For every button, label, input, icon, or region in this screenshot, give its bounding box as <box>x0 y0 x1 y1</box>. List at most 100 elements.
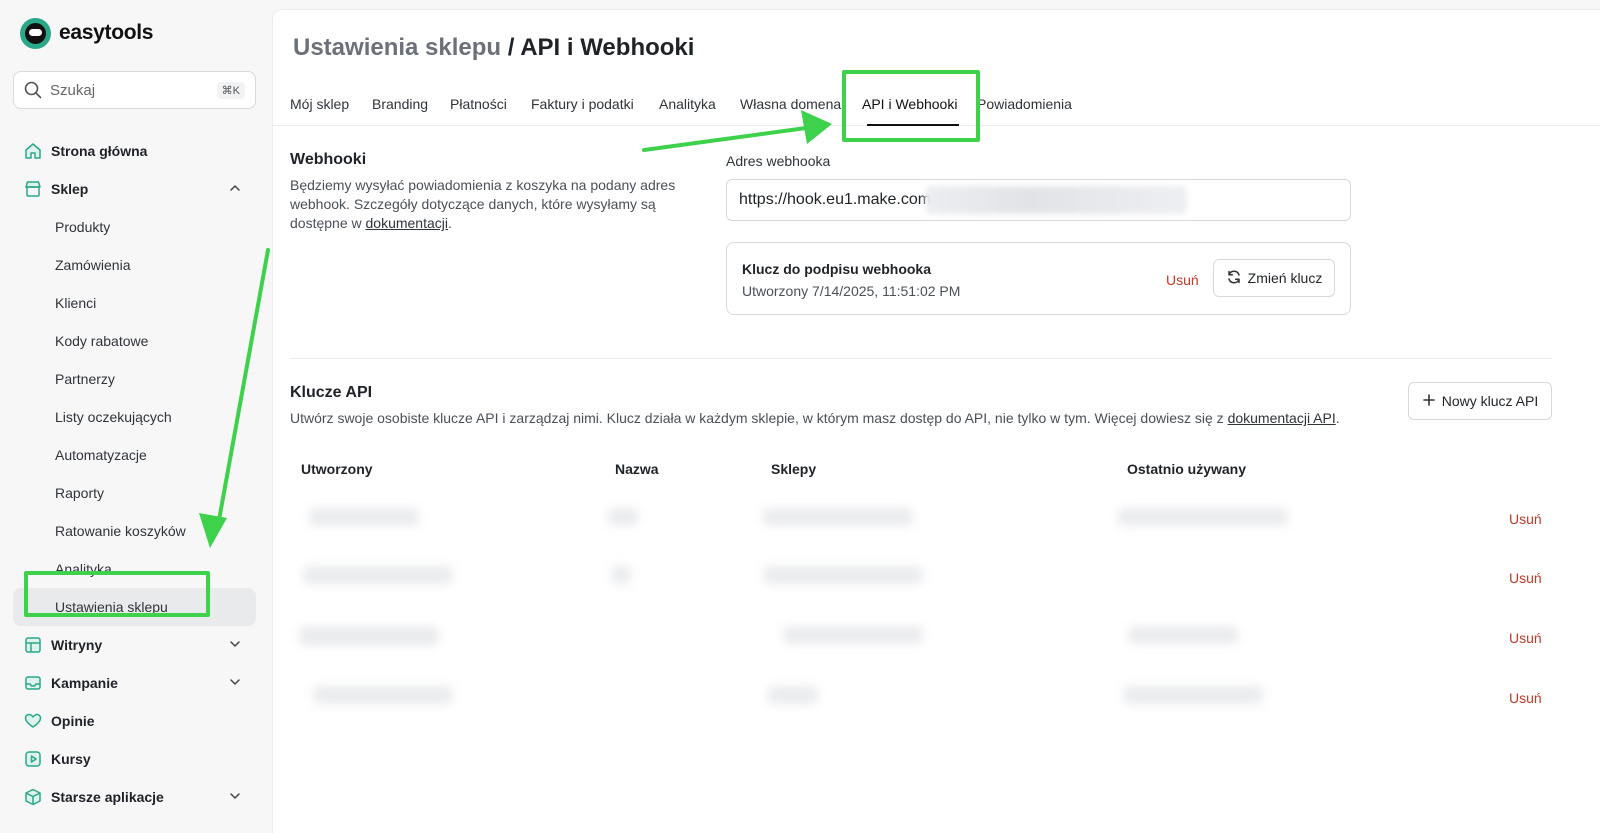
redacted-cell <box>611 566 631 584</box>
logo[interactable]: easytools <box>20 16 153 50</box>
tab-invoices-taxes[interactable]: Faktury i podatki <box>531 96 634 112</box>
sidebar-item-legacy-apps[interactable]: Starsze aplikacje <box>13 778 256 816</box>
redacted-cell <box>299 626 439 646</box>
change-key-label: Zmień klucz <box>1247 270 1323 286</box>
signing-key-title: Klucz do podpisu webhooka <box>742 261 931 277</box>
sidebar-subitem-waitlists[interactable]: Listy oczekujących <box>13 398 256 436</box>
column-header-created: Utworzony <box>301 461 373 477</box>
redacted-cell <box>1123 686 1263 704</box>
column-header-shops: Sklepy <box>771 461 817 477</box>
store-icon <box>23 179 43 199</box>
sidebar-item-label: Sklep <box>51 181 89 197</box>
webhooks-desc-line: webhook. Szczegóły dotyczące danych, któ… <box>290 196 656 212</box>
sidebar-subitem-products[interactable]: Produkty <box>13 208 256 246</box>
column-header-name: Nazwa <box>615 461 659 477</box>
brand-name: easytools <box>59 21 154 44</box>
tab-custom-domain[interactable]: Własna domena <box>740 96 841 112</box>
sidebar-item-label: Strona główna <box>51 143 148 159</box>
sidebar-item-label: Kampanie <box>51 675 118 691</box>
box-icon <box>23 787 43 807</box>
sidebar-item-home[interactable]: Strona główna <box>13 132 256 170</box>
signing-key-created: Utworzony 7/14/2025, 11:51:02 PM <box>742 283 961 299</box>
inbox-icon <box>23 673 43 693</box>
refresh-icon <box>1226 269 1242 288</box>
logo-mark-icon <box>20 17 51 49</box>
sidebar-subitem-reports[interactable]: Raporty <box>13 474 256 512</box>
api-keys-title: Klucze API <box>290 384 373 401</box>
sidebar-item-websites[interactable]: Witryny <box>13 626 256 664</box>
heart-icon <box>23 711 43 731</box>
redacted-url-part <box>925 186 1187 214</box>
sidebar-item-label: Witryny <box>51 637 103 653</box>
chevron-up-icon[interactable] <box>228 181 242 198</box>
tab-analytics[interactable]: Analityka <box>659 96 716 112</box>
column-header-last-used: Ostatnio używany <box>1127 461 1247 477</box>
sidebar-item-shop[interactable]: Sklep <box>13 170 256 208</box>
sidebar-item-reviews[interactable]: Opinie <box>13 702 256 740</box>
breadcrumb[interactable]: Ustawienia sklepu <box>293 34 501 61</box>
redacted-cell <box>763 508 913 526</box>
search-icon <box>24 81 42 99</box>
tab-branding[interactable]: Branding <box>372 96 428 112</box>
chevron-down-icon[interactable] <box>228 675 242 692</box>
api-keys-description: Utwórz swoje osobiste klucze API i zarzą… <box>290 409 1390 428</box>
delete-api-key-button[interactable]: Usuń <box>1509 511 1542 527</box>
webhooks-desc-line: Będziemy wysyłać powiadomienia z koszyka… <box>290 177 676 193</box>
documentation-link[interactable]: dokumentacji <box>366 215 449 231</box>
redacted-cell <box>608 508 638 526</box>
annotation-highlight-sidebar <box>24 571 210 617</box>
redacted-cell <box>309 508 419 526</box>
sidebar-item-label: Kursy <box>51 751 91 767</box>
search-input[interactable] <box>50 81 200 99</box>
webhooks-description: Będziemy wysyłać powiadomienia z koszyka… <box>290 176 700 233</box>
page-title: Ustawienia sklepu / API i Webhooki <box>293 34 694 62</box>
sidebar-item-label: Starsze aplikacje <box>51 789 164 805</box>
delete-api-key-button[interactable]: Usuń <box>1509 690 1542 706</box>
new-api-key-button[interactable]: Nowy klucz API <box>1408 382 1552 420</box>
webhook-url-label: Adres webhooka <box>726 153 831 169</box>
page-title-text: API i Webhooki <box>520 34 695 61</box>
api-documentation-link[interactable]: dokumentacji API <box>1228 410 1336 426</box>
api-keys-desc-text: Utwórz swoje osobiste klucze API i zarzą… <box>290 410 1228 426</box>
redacted-cell <box>303 566 453 584</box>
new-api-key-label: Nowy klucz API <box>1441 393 1539 409</box>
api-keys-desc-end: . <box>1335 410 1340 426</box>
delete-api-key-button[interactable]: Usuń <box>1509 630 1542 646</box>
play-icon <box>23 749 43 769</box>
tab-payments[interactable]: Płatności <box>450 96 507 112</box>
plus-icon <box>1422 393 1436 410</box>
search-box[interactable]: ⌘K <box>13 71 256 109</box>
tab-notifications[interactable]: Powiadomienia <box>977 96 1072 112</box>
sidebar-subitem-discount-codes[interactable]: Kody rabatowe <box>13 322 256 360</box>
redacted-cell <box>1118 508 1288 526</box>
sidebar-subitem-orders[interactable]: Zamówienia <box>13 246 256 284</box>
sidebar-item-campaigns[interactable]: Kampanie <box>13 664 256 702</box>
layout-icon <box>23 635 43 655</box>
change-key-button[interactable]: Zmień klucz <box>1213 259 1335 297</box>
breadcrumb-separator: / <box>501 34 521 61</box>
sidebar-subitem-customers[interactable]: Klienci <box>13 284 256 322</box>
sidebar-item-courses[interactable]: Kursy <box>13 740 256 778</box>
home-icon <box>23 141 43 161</box>
redacted-cell <box>1128 626 1238 644</box>
delete-api-key-button[interactable]: Usuń <box>1509 570 1542 586</box>
signing-key-card: Klucz do podpisu webhooka Utworzony 7/14… <box>726 242 1351 315</box>
redacted-cell <box>768 686 818 704</box>
sidebar: easytools ⌘K Strona główna Sklep Produkt… <box>0 0 270 833</box>
chevron-down-icon[interactable] <box>228 789 242 806</box>
sidebar-subitem-automations[interactable]: Automatyzacje <box>13 436 256 474</box>
sidebar-item-label: Opinie <box>51 713 95 729</box>
webhooks-desc-line: dostępne w <box>290 215 366 231</box>
section-divider <box>290 358 1552 359</box>
redacted-cell <box>313 686 453 704</box>
redacted-cell <box>783 626 923 644</box>
redacted-cell <box>763 566 923 584</box>
sidebar-subitem-partners[interactable]: Partnerzy <box>13 360 256 398</box>
sidebar-subitem-cart-recovery[interactable]: Ratowanie koszyków <box>13 512 256 550</box>
tab-my-shop[interactable]: Mój sklep <box>290 96 349 112</box>
chevron-down-icon[interactable] <box>228 637 242 654</box>
webhooks-desc-end: . <box>448 215 452 231</box>
sidebar-nav: Strona główna Sklep Produkty Zamówienia … <box>13 132 256 816</box>
delete-signing-key-button[interactable]: Usuń <box>1166 272 1199 288</box>
annotation-highlight-tab <box>842 70 980 142</box>
